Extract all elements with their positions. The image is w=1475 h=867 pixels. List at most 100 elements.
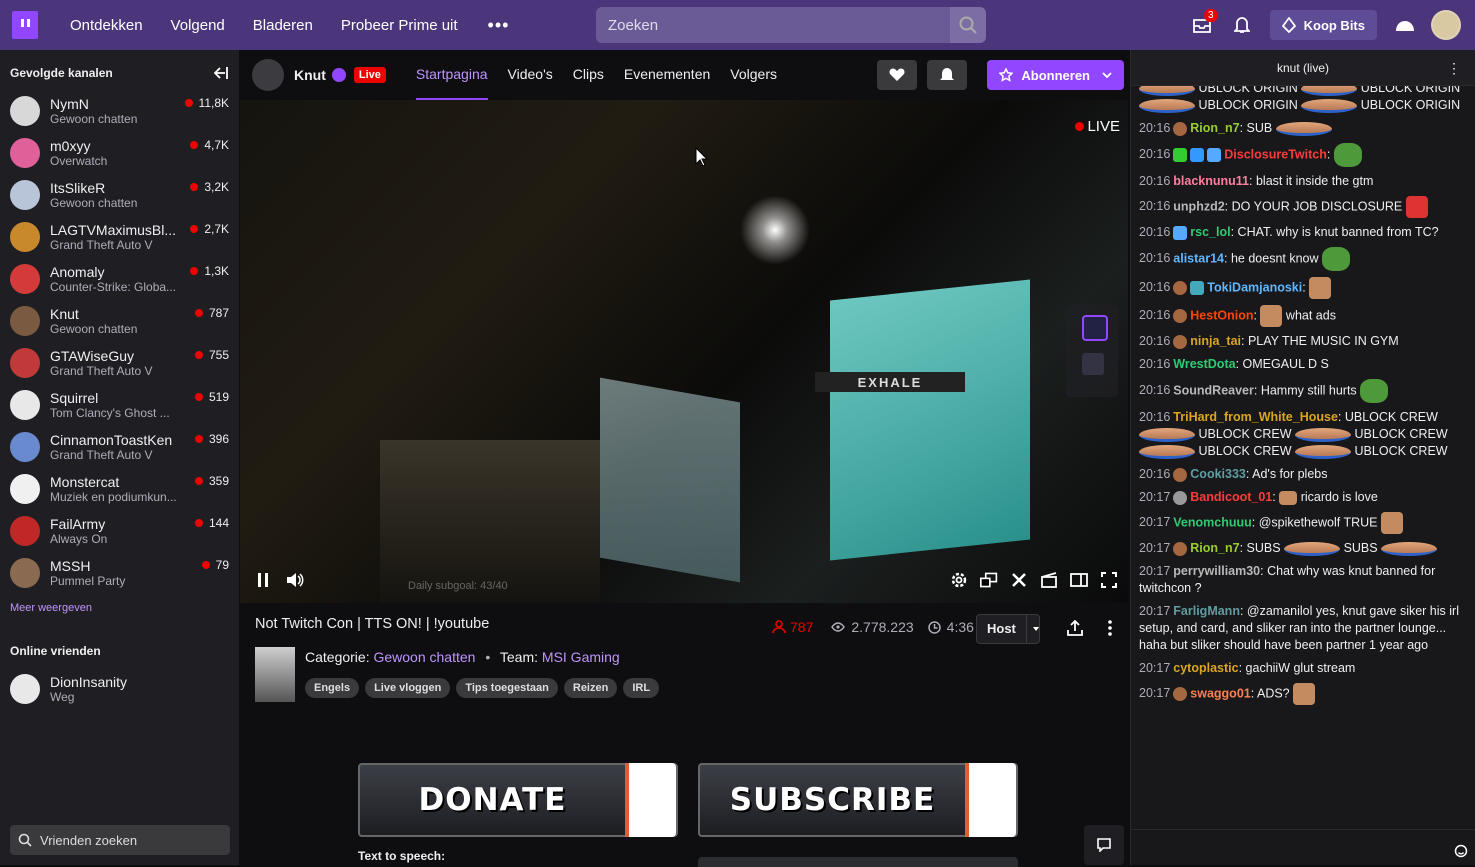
followed-channel-item[interactable]: Squirrel Tom Clancy's Ghost ... 519: [0, 384, 239, 426]
emote-picker-icon[interactable]: [1454, 844, 1468, 858]
followed-channel-item[interactable]: GTAWiseGuy Grand Theft Auto V 755: [0, 342, 239, 384]
message-username[interactable]: ninja_tai: [1190, 334, 1241, 348]
nav-prime[interactable]: Probeer Prime uit: [341, 17, 458, 34]
followed-channel-item[interactable]: Monstercat Muziek en podiumkun... 359: [0, 468, 239, 510]
crown-button[interactable]: [1387, 7, 1423, 43]
message-username[interactable]: Cooki333: [1190, 467, 1246, 481]
message-username[interactable]: HestOnion: [1190, 308, 1253, 322]
search-input[interactable]: [596, 7, 950, 43]
user-avatar[interactable]: [1431, 10, 1461, 40]
message-username[interactable]: DisclosureTwitch: [1224, 147, 1327, 161]
channel-name: Monstercat: [50, 474, 120, 490]
follow-button[interactable]: [877, 60, 918, 90]
tag[interactable]: Live vloggen: [365, 678, 451, 698]
message-username[interactable]: TokiDamjanoski: [1207, 280, 1302, 294]
tag[interactable]: Tips toegestaan: [456, 678, 558, 698]
message-username[interactable]: alistar14: [1173, 251, 1224, 265]
tag[interactable]: Engels: [305, 678, 360, 698]
show-more-link[interactable]: Meer weergeven: [0, 594, 239, 622]
category-link[interactable]: Gewoon chatten: [373, 649, 475, 665]
followed-channel-item[interactable]: CinnamonToastKen Grand Theft Auto V 396: [0, 426, 239, 468]
message-text: blast it inside the gtm: [1255, 174, 1374, 188]
fullscreen-icon[interactable]: [1100, 571, 1118, 589]
message-text: UBLOCK: [1360, 86, 1413, 95]
channel-thumbnail[interactable]: [255, 647, 295, 702]
search-button[interactable]: [950, 7, 986, 43]
chevron-down-icon[interactable]: [1032, 626, 1039, 632]
extension-icon[interactable]: [1082, 315, 1108, 341]
video-player[interactable]: EXHALE LIVE Daily subgoal: 43/40: [240, 100, 1128, 603]
settings-gear-icon[interactable]: [950, 571, 968, 589]
followed-channel-item[interactable]: Knut Gewoon chatten 787: [0, 300, 239, 342]
followed-channel-item[interactable]: Anomaly Counter-Strike: Globa... 1,3K: [0, 258, 239, 300]
channel-avatar: [10, 306, 40, 336]
theatre-mode-icon[interactable]: [1070, 571, 1088, 589]
volume-icon[interactable]: [286, 571, 304, 589]
nav-following[interactable]: Volgend: [171, 17, 225, 34]
notify-button[interactable]: [927, 60, 968, 90]
eye-icon: [831, 622, 846, 632]
team-link[interactable]: MSI Gaming: [542, 649, 620, 665]
next-panel[interactable]: [698, 857, 1018, 867]
donate-panel[interactable]: DONATE: [358, 763, 678, 837]
tab-home[interactable]: Startpagina: [415, 50, 488, 100]
more-menu-icon[interactable]: •••: [488, 15, 510, 36]
message-username[interactable]: swaggo01: [1190, 686, 1250, 700]
message-username[interactable]: FarligMann: [1173, 604, 1240, 618]
share-icon[interactable]: [1067, 620, 1083, 636]
message-username[interactable]: TriHard_from_White_House: [1173, 410, 1338, 424]
followed-channel-item[interactable]: m0xyy Overwatch 4,7K: [0, 132, 239, 174]
tab-followers[interactable]: Volgers: [730, 50, 777, 100]
message-username[interactable]: rsc_lol: [1190, 225, 1230, 239]
collapse-sidebar-icon[interactable]: [213, 66, 229, 80]
followed-channel-item[interactable]: MSSH Pummel Party 79: [0, 552, 239, 594]
message-username[interactable]: cytoplastic: [1173, 661, 1238, 675]
followed-channel-item[interactable]: FailArmy Always On 144: [0, 510, 239, 552]
followed-channel-item[interactable]: LAGTVMaximusBl... Grand Theft Auto V 2,7K: [0, 216, 239, 258]
inbox-button[interactable]: 3: [1184, 7, 1220, 43]
chat-more-icon[interactable]: ⋮: [1447, 60, 1461, 77]
message-username[interactable]: Rion_n7: [1190, 541, 1239, 555]
pause-icon[interactable]: [254, 571, 272, 589]
tag[interactable]: Reizen: [563, 678, 618, 698]
clip-icon[interactable]: [1040, 571, 1058, 589]
tag[interactable]: IRL: [623, 678, 660, 698]
followed-channel-item[interactable]: NymN Gewoon chatten 11,8K: [0, 90, 239, 132]
more-options-icon[interactable]: [1108, 620, 1112, 636]
message-username[interactable]: blacknunu11: [1173, 174, 1249, 188]
sub-badge-icon: [1173, 687, 1188, 701]
friend-item[interactable]: DionInsanity Weg: [0, 668, 239, 710]
followed-channel-item[interactable]: ItsSlikeR Gewoon chatten 3,2K: [0, 174, 239, 216]
message-timestamp: 20:17: [1139, 604, 1171, 618]
channel-avatar[interactable]: [252, 59, 284, 91]
nav-discover[interactable]: Ontdekken: [70, 17, 143, 34]
message-username[interactable]: Venomchuuu: [1173, 515, 1251, 529]
extension-icon[interactable]: [1082, 353, 1104, 375]
twitch-logo-icon[interactable]: [12, 11, 38, 39]
host-button[interactable]: Host: [976, 614, 1040, 644]
show-chat-button[interactable]: [1084, 825, 1124, 865]
close-icon[interactable]: [1010, 571, 1028, 589]
subscribe-label: Abonneren: [1021, 67, 1090, 83]
tab-clips[interactable]: Clips: [573, 50, 604, 100]
buy-bits-button[interactable]: Koop Bits: [1269, 10, 1377, 40]
channel-name[interactable]: Knut: [294, 67, 326, 83]
friends-search[interactable]: Vrienden zoeken: [10, 825, 230, 855]
extensions-panel[interactable]: [1066, 305, 1118, 397]
notifications-button[interactable]: [1224, 7, 1260, 43]
chat-message: 20:17 perrywilliam30: Chat why was knut b…: [1139, 563, 1468, 597]
chat-input[interactable]: [1131, 829, 1475, 865]
message-username[interactable]: SoundReaver: [1173, 383, 1254, 397]
subscribe-button[interactable]: Abonneren: [987, 60, 1124, 90]
message-username[interactable]: WrestDota: [1173, 357, 1235, 371]
stream-info: Not Twitch Con | TTS ON! | !youtube 787 …: [240, 603, 1130, 867]
subscribe-panel[interactable]: SUBSCRIBE: [698, 763, 1018, 837]
message-username[interactable]: Bandicoot_01: [1190, 490, 1272, 504]
message-username[interactable]: Rion_n7: [1190, 121, 1239, 135]
message-username[interactable]: perrywilliam30: [1173, 564, 1260, 578]
nav-browse[interactable]: Bladeren: [253, 17, 313, 34]
tab-events[interactable]: Evenementen: [624, 50, 710, 100]
miniplayer-icon[interactable]: [980, 571, 998, 589]
message-username[interactable]: unphzd2: [1173, 199, 1224, 213]
tab-videos[interactable]: Video's: [508, 50, 553, 100]
